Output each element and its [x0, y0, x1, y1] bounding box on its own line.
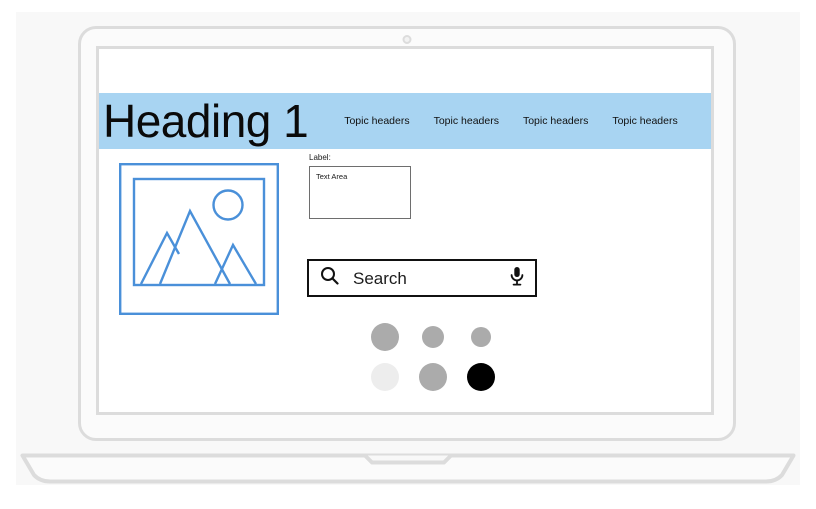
laptop-screen: Heading 1 Topic headers Topic headers To… — [96, 46, 714, 415]
microphone-icon[interactable] — [510, 266, 524, 291]
swatch-cell — [361, 323, 409, 351]
swatch-circle-2-3[interactable] — [467, 363, 495, 391]
swatch-circle-2-2[interactable] — [419, 363, 447, 391]
topic-nav: Topic headers Topic headers Topic header… — [344, 115, 678, 127]
search-input[interactable]: Search — [353, 270, 510, 287]
swatch-row-2 — [361, 357, 505, 397]
swatch-circle-1-3[interactable] — [471, 327, 491, 347]
textarea-label: Label: — [309, 153, 331, 162]
swatch-circle-2-1[interactable] — [371, 363, 399, 391]
page-header-band: Heading 1 Topic headers Topic headers To… — [99, 93, 711, 149]
screen-content: Heading 1 Topic headers Topic headers To… — [99, 49, 711, 412]
topic-header-link-1[interactable]: Topic headers — [344, 115, 409, 127]
swatch-cell — [457, 327, 505, 347]
camera-dot-icon — [402, 35, 412, 44]
swatch-grid — [361, 317, 505, 397]
swatch-row-1 — [361, 317, 505, 357]
labeled-textarea-group: Label: Text Area — [309, 153, 411, 219]
topic-header-link-3[interactable]: Topic headers — [523, 115, 588, 127]
swatch-cell — [361, 363, 409, 391]
laptop-mockup-scene: Heading 1 Topic headers Topic headers To… — [0, 0, 816, 509]
page-title: Heading 1 — [103, 95, 309, 147]
swatch-circle-1-2[interactable] — [422, 326, 444, 348]
swatch-cell — [409, 363, 457, 391]
page-content: Label: Text Area Search — [99, 149, 711, 412]
swatch-cell — [457, 363, 505, 391]
search-bar[interactable]: Search — [307, 259, 537, 297]
topic-header-link-4[interactable]: Topic headers — [612, 115, 677, 127]
swatch-cell — [409, 326, 457, 348]
image-placeholder-icon — [119, 163, 279, 315]
laptop-base — [20, 453, 796, 484]
topic-header-link-2[interactable]: Topic headers — [434, 115, 499, 127]
text-area-input[interactable]: Text Area — [309, 166, 411, 219]
search-icon[interactable] — [320, 266, 339, 290]
swatch-circle-1-1[interactable] — [371, 323, 399, 351]
